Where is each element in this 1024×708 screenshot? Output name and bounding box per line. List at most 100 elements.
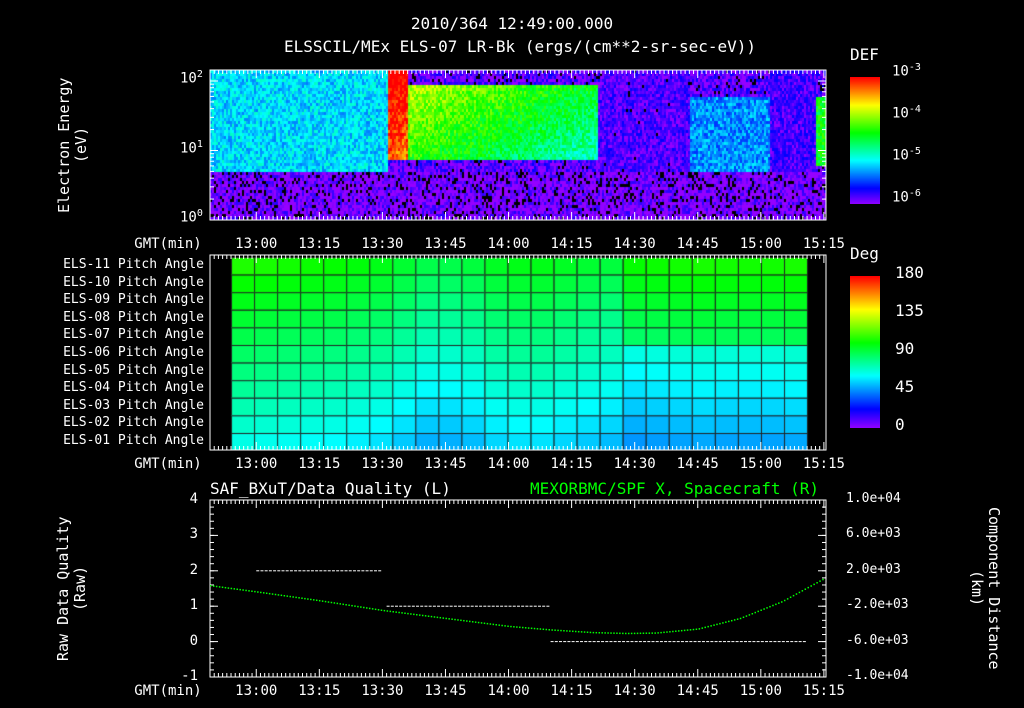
spacecraft-x-point: [713, 624, 715, 626]
spacecraft-x-point: [710, 625, 712, 627]
spacecraft-x-point: [292, 596, 294, 598]
pitch-angle-row-label: ELS-09 Pitch Angle: [63, 292, 204, 308]
spacecraft-x-point: [271, 593, 274, 595]
spacecraft-x-point: [795, 593, 798, 595]
time-tick-label: 14:00: [487, 456, 530, 472]
spacecraft-x-point: [745, 615, 748, 617]
spacecraft-x-point: [792, 594, 795, 597]
spacecraft-x-point: [486, 622, 489, 625]
deg-colorbar-tick: 180: [895, 263, 924, 282]
spacecraft-x-point: [739, 617, 742, 620]
spacecraft-x-point: [448, 618, 450, 620]
panel-frame-2: [209, 254, 827, 451]
spacecraft-x-point: [236, 588, 238, 591]
spacecraft-x-point: [342, 603, 344, 606]
deg-colorbar-tick: 135: [895, 301, 924, 320]
spacecraft-x-point: [589, 631, 592, 634]
distance-tick-label: -6.0e+03: [846, 632, 909, 648]
tick-exponent: 0: [196, 208, 203, 219]
pitch-angle-row-label: ELS-07 Pitch Angle: [63, 327, 204, 343]
deg-colorbar-tick: 90: [895, 339, 915, 358]
tick-base: 10: [180, 209, 197, 226]
spacecraft-x-point: [816, 582, 818, 584]
spacecraft-x-point: [333, 602, 336, 604]
time-axis-label: GMT(min): [134, 456, 202, 472]
quality-tick-label: 1: [189, 597, 198, 614]
spacecraft-x-point: [501, 624, 503, 627]
spacecraft-x-point: [660, 631, 662, 634]
spacecraft-x-point: [657, 632, 659, 634]
spacecraft-x-point: [666, 631, 668, 633]
tick-exponent: -6: [908, 188, 921, 199]
spacecraft-x-point: [315, 599, 318, 602]
spacecraft-x-point: [810, 585, 812, 587]
distance-tick-label: 2.0e+03: [846, 561, 901, 577]
time-tick-label: 13:15: [298, 236, 341, 252]
spacecraft-x-point: [324, 600, 327, 603]
tick-base: 10: [892, 63, 909, 80]
spacecraft-x-point: [504, 625, 506, 627]
spacecraft-x-point: [427, 615, 430, 617]
spacecraft-x-point: [542, 628, 545, 631]
spacecraft-x-point: [778, 602, 780, 604]
spacecraft-x-point: [454, 618, 456, 621]
spacecraft-x-point: [677, 630, 680, 632]
spacecraft-x-point: [395, 611, 397, 613]
spacecraft-x-point: [539, 628, 542, 630]
time-tick-label: 13:45: [424, 683, 467, 699]
spacecraft-x-point: [639, 632, 642, 635]
time-tick-label: 13:30: [361, 683, 404, 699]
spacecraft-x-point: [401, 612, 403, 614]
spacecraft-x-point: [251, 590, 253, 592]
tick-base: 10: [180, 140, 197, 157]
spacecraft-x-point: [354, 605, 356, 607]
spacecraft-x-point: [416, 613, 418, 616]
distance-tick-label: 1.0e+04: [846, 491, 901, 506]
spacecraft-x-point: [610, 632, 612, 634]
spacecraft-x-point: [563, 630, 565, 632]
spacecraft-x-point: [519, 626, 521, 629]
spacecraft-x-point: [736, 618, 739, 620]
spacecraft-x-point: [569, 630, 571, 632]
spacecraft-x-point: [360, 606, 362, 608]
spacecraft-x-point: [239, 588, 241, 591]
spacecraft-x-point: [262, 592, 265, 594]
time-tick-label: 14:15: [550, 683, 593, 699]
spacecraft-x-point: [524, 627, 527, 629]
spacecraft-x-point: [533, 627, 536, 630]
spacecraft-x-point: [551, 629, 553, 631]
spacecraft-x-point: [548, 629, 550, 631]
spacecraft-x-point: [663, 631, 665, 634]
spacecraft-x-point: [566, 630, 568, 632]
spacecraft-x-point: [536, 628, 539, 630]
spacecraft-x-point: [798, 591, 801, 594]
spacecraft-x-point: [336, 602, 339, 605]
spacecraft-x-point: [642, 632, 645, 635]
pitch-angle-row-label: ELS-10 Pitch Angle: [63, 274, 204, 290]
spacecraft-x-point: [283, 594, 286, 597]
time-tick-label: 14:30: [613, 683, 656, 699]
time-tick-label: 14:15: [550, 236, 593, 252]
time-tick-label: 14:45: [676, 683, 719, 699]
time-tick-label: 14:00: [487, 236, 530, 252]
time-tick-label: 14:45: [676, 236, 719, 252]
spacecraft-x-point: [368, 607, 371, 610]
spacecraft-x-point: [386, 610, 389, 612]
tick-exponent: -4: [908, 104, 921, 115]
spacecraft-x-point: [442, 617, 445, 619]
time-tick-label: 14:45: [676, 456, 719, 472]
tick-exponent: 1: [196, 138, 203, 150]
spacecraft-x-point: [327, 601, 330, 603]
spacecraft-x-point: [572, 630, 574, 633]
time-tick-label: 14:15: [550, 456, 593, 472]
spacecraft-x-point: [607, 632, 609, 634]
spacecraft-x-point: [701, 627, 704, 629]
distance-tick-label: 6.0e+03: [846, 526, 901, 542]
spacecraft-x-point: [554, 629, 556, 631]
spacecraft-x-point: [775, 603, 777, 606]
spacecraft-x-point: [498, 624, 500, 626]
spacecraft-x-point: [274, 593, 277, 596]
spacecraft-x-point: [507, 625, 509, 628]
spacecraft-x-point: [601, 632, 603, 634]
spacecraft-x-point: [757, 610, 759, 613]
